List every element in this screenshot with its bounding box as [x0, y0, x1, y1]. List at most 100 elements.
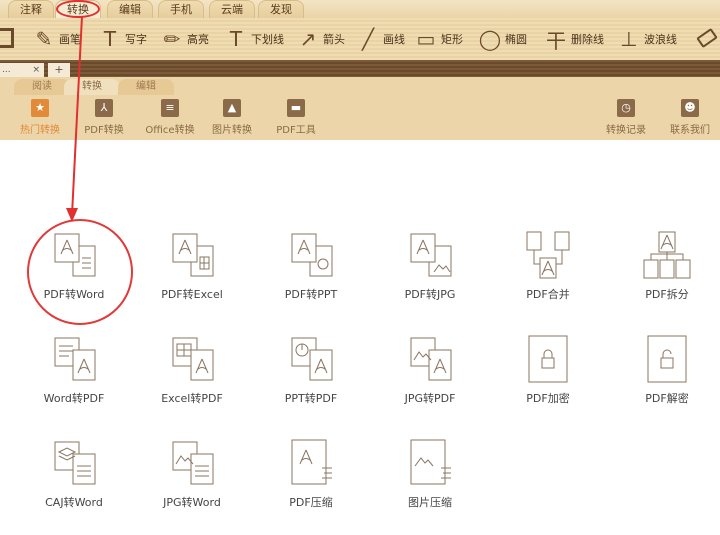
tool-label: 高亮 [187, 33, 209, 46]
function-lock[interactable]: PDF加密 [493, 334, 603, 406]
tool-strikethrough[interactable]: 干删除线 [544, 26, 604, 53]
category-0[interactable]: ★ 热门转换 [10, 99, 70, 136]
toolbox-icon: ▬ [287, 99, 305, 117]
tool-label: 椭圆 [505, 33, 527, 46]
tool-label: 矩形 [441, 33, 463, 46]
function-pdf-ppt[interactable]: PDF转PPT [256, 230, 366, 302]
excel-pdf-icon [172, 337, 214, 381]
save-icon[interactable] [0, 28, 14, 48]
category-label: PDF工具 [276, 125, 316, 136]
tool-wavy-line[interactable]: ⊥ 波浪线 [617, 26, 677, 52]
function-label: PDF加密 [526, 392, 570, 405]
office-icon: ≡ [161, 99, 179, 117]
eraser-icon[interactable] [696, 27, 718, 49]
top-tab[interactable]: 发现 [258, 0, 304, 18]
tool-label: 波浪线 [644, 33, 677, 46]
function-label: PDF解密 [645, 392, 689, 405]
function-unlock[interactable]: PDF解密 [612, 334, 720, 406]
function-jpg-pdf[interactable]: JPG转PDF [375, 334, 485, 406]
function-label: PDF压缩 [289, 496, 333, 509]
lock-icon [528, 335, 568, 383]
category-1[interactable]: ⅄ PDF转换 [74, 99, 134, 136]
function-merge[interactable]: PDF合并 [493, 230, 603, 302]
tool-ellipse[interactable]: ◯ 椭圆 [478, 26, 527, 52]
function-pdf-jpg[interactable]: PDF转JPG [375, 230, 485, 302]
function-ppt-pdf[interactable]: PPT转PDF [256, 334, 366, 406]
img-compress-icon [410, 439, 451, 485]
merge-icon [526, 231, 570, 279]
word-pdf-icon [54, 337, 96, 381]
highlight-ring [56, 0, 100, 18]
function-split[interactable]: PDF拆分 [612, 230, 720, 302]
split-icon [643, 231, 691, 279]
top-tab[interactable]: 手机 [158, 0, 204, 18]
function-pdf-excel[interactable]: PDF转Excel [137, 230, 247, 302]
tool-arrow-tool[interactable]: ↗ 箭头 [296, 26, 345, 52]
document-tab[interactable]: ... × [0, 63, 44, 77]
highlight-icon: ✏ [163, 27, 181, 51]
pen-icon: ✎ [35, 27, 53, 51]
function-img-compress[interactable]: 图片压缩 [375, 438, 485, 510]
function-label: JPG转Word [163, 496, 221, 509]
action-label: 转换记录 [606, 125, 646, 136]
tool-pen[interactable]: ✎ 画笔 [32, 26, 81, 52]
headset-icon: ☻ [681, 99, 699, 117]
action-clock[interactable]: ◷ 转换记录 [596, 99, 656, 136]
function-label: CAJ转Word [45, 496, 103, 509]
rectangle-icon: ▭ [416, 27, 436, 51]
function-label: PPT转PDF [284, 392, 338, 405]
top-tab[interactable]: 注释 [8, 0, 54, 18]
document-tab-title: ... [2, 65, 11, 75]
function-caj-word[interactable]: CAJ转Word [19, 438, 129, 510]
sub-tab[interactable]: 转换 [64, 79, 120, 95]
tool-label: 画线 [383, 33, 405, 46]
function-label: PDF转JPG [404, 288, 456, 301]
document-tab-strip [0, 60, 720, 77]
top-tab[interactable]: 云端 [209, 0, 255, 18]
function-compress[interactable]: PDF压缩 [256, 438, 366, 510]
conversion-panel: 阅读 转换 编辑 ★ 热门转换 ⅄ PDF转换 ≡ Office转换 ▲ 图片转换 ▬ PDF工具 ◷ 转换… [0, 77, 720, 140]
action-headset[interactable]: ☻ 联系我们 [660, 99, 720, 136]
tool-line[interactable]: ╱ 画线 [356, 26, 405, 52]
tool-underline[interactable]: T 下划线 [224, 26, 284, 52]
function-label: JPG转PDF [404, 392, 456, 405]
function-label: PDF转PPT [284, 288, 338, 301]
wavy-line-icon: ⊥ [620, 27, 638, 51]
sub-tab[interactable]: 阅读 [14, 79, 70, 95]
caj-word-icon [54, 441, 96, 485]
tool-rectangle[interactable]: ▭ 矩形 [414, 26, 463, 52]
top-tab[interactable]: 编辑 [107, 0, 153, 18]
text-tool-icon: T [103, 27, 117, 51]
tool-text-tool[interactable]: T 写字 [98, 26, 147, 52]
category-label: 热门转换 [20, 125, 60, 136]
image-icon: ▲ [223, 99, 241, 117]
function-label: Excel转PDF [161, 392, 223, 405]
tool-label: 删除线 [571, 33, 604, 46]
pdf-jpg-icon [410, 233, 452, 277]
tool-label: 写字 [125, 33, 147, 46]
tool-label: 画笔 [59, 33, 81, 46]
strikethrough-icon: 干 [546, 28, 566, 53]
tool-highlight[interactable]: ✏ 高亮 [160, 26, 209, 52]
function-word-pdf[interactable]: Word转PDF [19, 334, 129, 406]
category-3[interactable]: ▲ 图片转换 [202, 99, 262, 136]
function-label: PDF转Excel [161, 288, 223, 301]
category-2[interactable]: ≡ Office转换 [140, 99, 200, 136]
clock-icon: ◷ [617, 99, 635, 117]
function-jpg-word[interactable]: JPG转Word [137, 438, 247, 510]
pdf-ppt-icon [291, 233, 333, 277]
function-excel-pdf[interactable]: Excel转PDF [137, 334, 247, 406]
pdf-icon: ⅄ [95, 99, 113, 117]
unlock-icon [647, 335, 687, 383]
line-icon: ╱ [361, 27, 375, 51]
annotation-circle [27, 219, 133, 325]
function-label: PDF拆分 [645, 288, 689, 301]
annotation-toolbar: ✎ 画笔 T 写字 ✏ 高亮 T 下划线 ↗ 箭头 ╱ 画线 ▭ 矩形 ◯ 椭圆干删除线 ⊥ 波浪线 [0, 18, 720, 60]
ribbon-tab-bar: 注释 转换 编辑 手机 云端 发现 [0, 0, 720, 18]
close-tab-button[interactable]: × [32, 63, 40, 77]
star-icon: ★ [31, 99, 49, 117]
sub-tab[interactable]: 编辑 [118, 79, 174, 95]
category-4[interactable]: ▬ PDF工具 [266, 99, 326, 136]
new-tab-button[interactable]: + [48, 63, 70, 77]
arrow-tool-icon: ↗ [299, 27, 317, 51]
